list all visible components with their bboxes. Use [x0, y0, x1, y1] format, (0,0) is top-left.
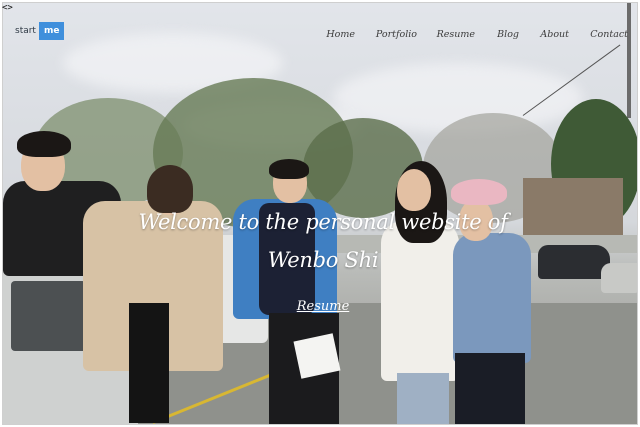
- nav-resume[interactable]: Resume: [437, 29, 475, 40]
- nav-home[interactable]: Home: [326, 29, 355, 40]
- nav-contact[interactable]: Contact: [590, 29, 628, 40]
- brand-logo[interactable]: start me: [15, 22, 65, 40]
- headline-line-1: Welcome to the personal website of: [138, 210, 508, 234]
- utility-pole: [627, 3, 631, 118]
- brand-text: start: [15, 26, 36, 36]
- hero-headline: Welcome to the personal website of Wenbo…: [3, 203, 637, 279]
- hero-resume-link[interactable]: Resume: [297, 299, 350, 314]
- nav-portfolio[interactable]: Portfolio: [376, 29, 417, 40]
- nav-blog[interactable]: Blog: [497, 29, 519, 40]
- headline-line-2: Wenbo Shi: [267, 248, 379, 272]
- hero-resume-link-wrap: Resume: [3, 299, 637, 314]
- page-frame: start me Home Portfolio Resume Blog Abou…: [2, 2, 638, 425]
- brand-badge: me: [38, 22, 65, 40]
- corner-code-glyph: <>: [2, 3, 13, 13]
- nav-about[interactable]: About: [540, 29, 569, 40]
